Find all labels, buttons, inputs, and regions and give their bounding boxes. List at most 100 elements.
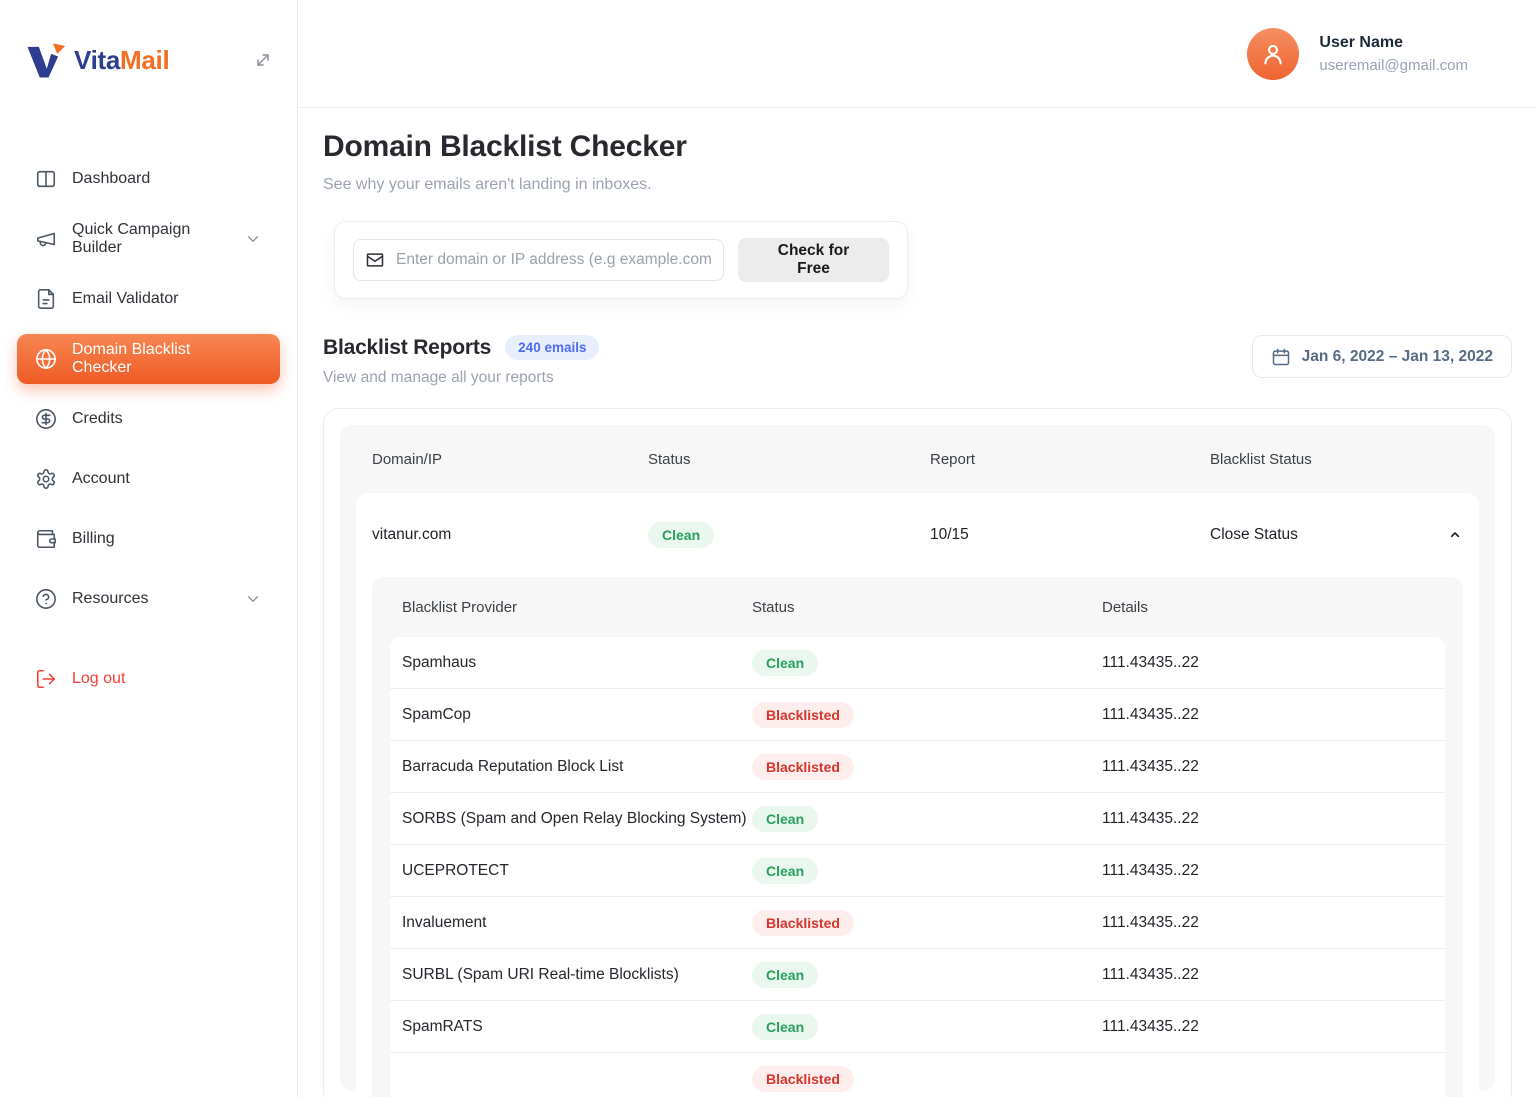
provider-row[interactable]: SpamCop Blacklisted 111.43435..22 (390, 689, 1445, 741)
col-blacklist-status: Blacklist Status (1210, 451, 1439, 468)
chevron-down-icon[interactable] (244, 230, 262, 248)
logout-label: Log out (72, 670, 125, 688)
provider-details: 111.43435..22 (1102, 966, 1433, 984)
domain-check-card: Check for Free (334, 221, 908, 299)
date-range-label: Jan 6, 2022 – Jan 13, 2022 (1302, 348, 1493, 366)
sidebar-item-quick-campaign-builder[interactable]: Quick Campaign Builder (17, 217, 280, 261)
reports-header: Blacklist Reports 240 emails View and ma… (323, 335, 1512, 387)
sidebar-item-label: Account (72, 470, 130, 488)
provider-details: 111.43435..22 (1102, 758, 1433, 776)
avatar (1247, 28, 1299, 80)
dollar-circle-icon (35, 408, 57, 430)
detail-table-header: Blacklist Provider Status Details (390, 577, 1445, 637)
page-title: Domain Blacklist Checker (323, 130, 1512, 164)
sidebar-item-label: Credits (72, 410, 123, 428)
logo-row: VitaMail (17, 36, 280, 84)
provider-details: 111.43435..22 (1102, 862, 1433, 880)
sidebar-item-logout[interactable]: Log out (17, 657, 280, 701)
provider-name: SORBS (Spam and Open Relay Blocking Syst… (402, 810, 752, 828)
reports-table-header: Domain/IP Status Report Blacklist Status (356, 425, 1479, 493)
sidebar-item-label: Billing (72, 530, 115, 548)
provider-row[interactable]: Blacklisted (390, 1053, 1445, 1097)
document-icon (35, 288, 57, 310)
provider-details: 111.43435..22 (1102, 706, 1433, 724)
status-badge: Clean (752, 858, 818, 884)
help-circle-icon (35, 588, 57, 610)
provider-name: UCEPROTECT (402, 862, 752, 880)
provider-row[interactable]: UCEPROTECT Clean 111.43435..22 (390, 845, 1445, 897)
provider-row[interactable]: SURBL (Spam URI Real-time Blocklists) Cl… (390, 949, 1445, 1001)
vitamail-logo-icon (24, 39, 66, 81)
sidebar-item-label: Email Validator (72, 290, 178, 308)
provider-row[interactable]: Barracuda Reputation Block List Blacklis… (390, 741, 1445, 793)
user-menu[interactable]: User Name useremail@gmail.com (1247, 28, 1468, 80)
provider-row[interactable]: Spamhaus Clean 111.43435..22 (390, 637, 1445, 689)
blacklist-detail-panel: Blacklist Provider Status Details Spamha… (372, 577, 1463, 1097)
status-badge: Blacklisted (752, 1066, 854, 1092)
domain-input[interactable] (353, 239, 724, 281)
brand-logo[interactable]: VitaMail (24, 39, 169, 81)
sidebar-item-label: Domain Blacklist Checker (72, 341, 247, 377)
reports-table-panel: Domain/IP Status Report Blacklist Status… (340, 425, 1495, 1091)
sidebar-item-domain-blacklist-checker[interactable]: Domain Blacklist Checker (17, 334, 280, 384)
close-status-label[interactable]: Close Status (1210, 526, 1439, 544)
sidebar-item-credits[interactable]: Credits (17, 397, 280, 441)
user-name: User Name (1319, 34, 1468, 52)
user-icon (1259, 40, 1287, 68)
sidebar-item-label: Resources (72, 590, 148, 608)
sidebar-item-resources[interactable]: Resources (17, 577, 280, 621)
mail-icon (365, 250, 385, 270)
page-content: Domain Blacklist Checker See why your em… (298, 108, 1536, 1097)
logout-icon (35, 668, 57, 690)
globe-icon (35, 348, 57, 370)
date-range-picker[interactable]: Jan 6, 2022 – Jan 13, 2022 (1252, 335, 1512, 378)
report-row[interactable]: vitanur.com Clean 10/15 Close Status (372, 493, 1463, 577)
col-report: Report (930, 451, 1210, 468)
provider-details: 111.43435..22 (1102, 1018, 1433, 1036)
col-domain-ip: Domain/IP (372, 451, 648, 468)
reports-table-card: Domain/IP Status Report Blacklist Status… (323, 408, 1512, 1097)
page-subtitle: See why your emails aren't landing in in… (323, 176, 1512, 194)
domain-input-wrap (353, 239, 724, 281)
sidebar: VitaMail Dashboard Quick Campaign Builde… (0, 0, 298, 1097)
status-badge: Blacklisted (752, 702, 854, 728)
provider-details: 111.43435..22 (1102, 810, 1433, 828)
sidebar-nav: Dashboard Quick Campaign Builder Email V… (17, 157, 280, 717)
provider-name: SURBL (Spam URI Real-time Blocklists) (402, 966, 752, 984)
col-details: Details (1102, 599, 1433, 616)
provider-name: SpamRATS (402, 1018, 752, 1036)
calendar-icon (1271, 347, 1291, 367)
main-area: User Name useremail@gmail.com Domain Bla… (298, 0, 1536, 1097)
brand-name: VitaMail (74, 45, 169, 76)
col-status: Status (648, 451, 930, 468)
report-row-card: vitanur.com Clean 10/15 Close Status Bla… (356, 493, 1479, 1097)
status-badge: Blacklisted (752, 910, 854, 936)
report-domain: vitanur.com (372, 526, 648, 544)
provider-details: 111.43435..22 (1102, 654, 1433, 672)
sidebar-item-billing[interactable]: Billing (17, 517, 280, 561)
provider-row[interactable]: SpamRATS Clean 111.43435..22 (390, 1001, 1445, 1053)
check-for-free-button[interactable]: Check for Free (738, 238, 889, 282)
user-text: User Name useremail@gmail.com (1319, 34, 1468, 74)
sidebar-collapse-icon[interactable] (253, 50, 273, 70)
dashboard-icon (35, 168, 57, 190)
report-score: 10/15 (930, 526, 1210, 544)
provider-list: Spamhaus Clean 111.43435..22 SpamCop Bla… (390, 637, 1445, 1097)
status-badge: Clean (752, 962, 818, 988)
megaphone-icon (35, 228, 57, 250)
sidebar-item-email-validator[interactable]: Email Validator (17, 277, 280, 321)
chevron-down-icon[interactable] (244, 590, 262, 608)
emails-count-badge: 240 emails (505, 335, 599, 360)
provider-name: Invaluement (402, 914, 752, 932)
provider-row[interactable]: Invaluement Blacklisted 111.43435..22 (390, 897, 1445, 949)
chevron-up-icon[interactable] (1439, 527, 1463, 543)
topbar: User Name useremail@gmail.com (298, 0, 1536, 108)
provider-name: Spamhaus (402, 654, 752, 672)
sidebar-item-account[interactable]: Account (17, 457, 280, 501)
provider-row[interactable]: SORBS (Spam and Open Relay Blocking Syst… (390, 793, 1445, 845)
app-root: VitaMail Dashboard Quick Campaign Builde… (0, 0, 1536, 1097)
sidebar-item-dashboard[interactable]: Dashboard (17, 157, 280, 201)
gear-icon (35, 468, 57, 490)
provider-name: SpamCop (402, 706, 752, 724)
status-badge: Blacklisted (752, 754, 854, 780)
